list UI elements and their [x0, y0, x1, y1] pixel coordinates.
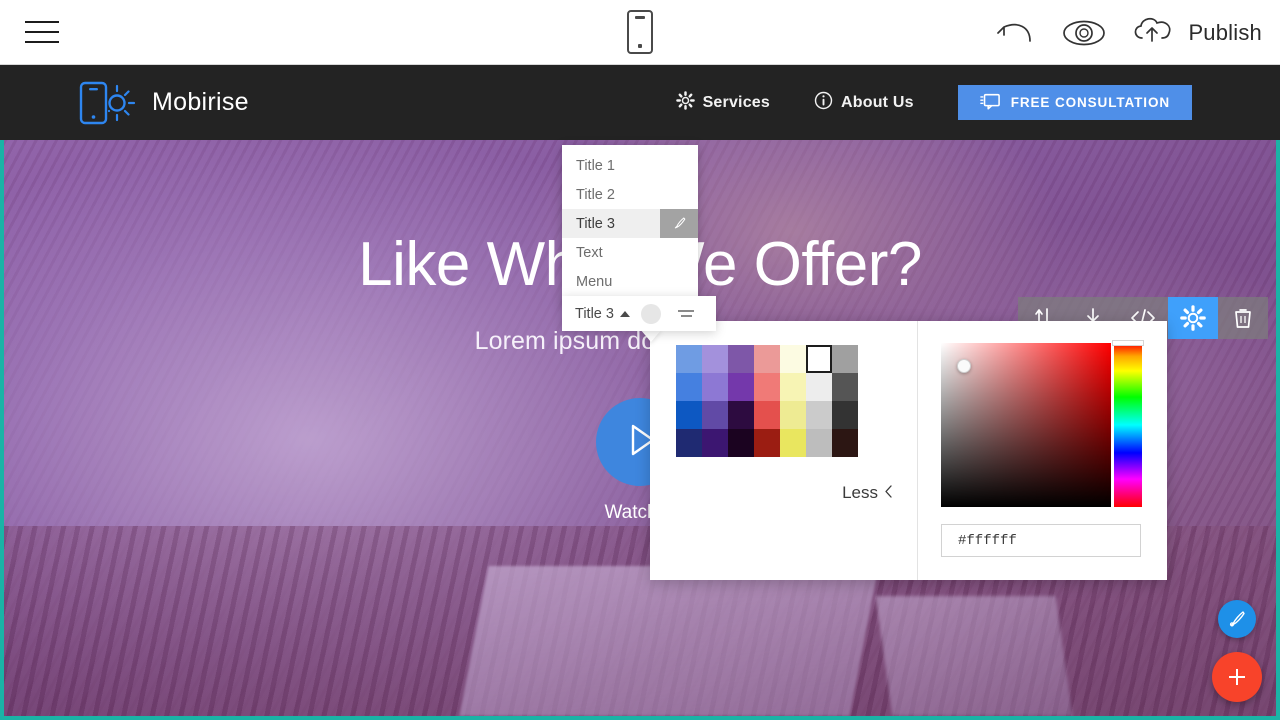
color-swatch-grid	[676, 345, 858, 457]
type-option-title-1[interactable]: Title 1	[562, 151, 698, 180]
mobirise-editor-window: Publish Mobirise Services About Us FREE …	[0, 0, 1280, 720]
editor-top-bar: Publish	[0, 0, 1280, 65]
cta-label: FREE CONSULTATION	[1010, 95, 1170, 110]
cloud-upload-icon	[1130, 14, 1178, 51]
palette-swatch[interactable]	[832, 345, 858, 373]
palette-swatch[interactable]	[806, 401, 832, 429]
palette-swatch[interactable]	[754, 429, 780, 457]
chevron-left-icon	[884, 483, 893, 503]
palette-swatch[interactable]	[676, 373, 702, 401]
palette-swatch[interactable]	[832, 373, 858, 401]
brand[interactable]: Mobirise	[78, 80, 249, 126]
hue-slider[interactable]	[1114, 343, 1142, 507]
type-option-text[interactable]: Text	[562, 238, 698, 267]
info-circle-icon	[814, 91, 833, 115]
palette-swatch[interactable]	[806, 429, 832, 457]
type-option-label: Title 1	[576, 157, 615, 174]
type-option-title-3[interactable]: Title 3	[562, 209, 698, 238]
chat-bubble-icon	[979, 93, 1000, 113]
eye-preview-icon[interactable]	[1062, 11, 1106, 55]
type-option-menu[interactable]: Menu	[562, 267, 698, 296]
palette-swatch[interactable]	[702, 401, 728, 429]
palette-swatch[interactable]	[728, 429, 754, 457]
color-palette-section: Less	[650, 321, 918, 580]
align-line	[677, 310, 694, 312]
hex-color-input[interactable]	[941, 524, 1141, 557]
hamburger-line	[25, 21, 59, 23]
settings-gear-icon[interactable]	[1168, 297, 1218, 339]
palette-swatch[interactable]	[780, 401, 806, 429]
plus-icon[interactable]	[1212, 652, 1262, 702]
palette-swatch[interactable]	[806, 373, 832, 401]
hamburger-icon[interactable]	[25, 17, 59, 47]
site-navbar: Mobirise Services About Us FREE CONSULTA…	[0, 65, 1280, 140]
pen-edit-icon[interactable]	[660, 209, 698, 238]
type-option-title-2[interactable]: Title 2	[562, 180, 698, 209]
palette-swatch[interactable]	[780, 429, 806, 457]
custom-color-section	[918, 321, 1167, 580]
color-picker-panel: Less	[650, 321, 1167, 580]
publish-label: Publish	[1188, 19, 1262, 45]
free-consultation-button[interactable]: FREE CONSULTATION	[957, 85, 1192, 120]
type-option-label: Menu	[576, 273, 613, 290]
palette-swatch[interactable]	[728, 345, 754, 373]
text-type-select[interactable]: Title 3	[562, 306, 630, 322]
hamburger-line	[25, 31, 59, 33]
palette-swatch[interactable]	[728, 401, 754, 429]
align-icon[interactable]	[677, 310, 696, 317]
palette-swatch[interactable]	[676, 429, 702, 457]
palette-swatch[interactable]	[728, 373, 754, 401]
palette-swatch[interactable]	[702, 345, 728, 373]
caret-up-icon	[619, 310, 630, 317]
color-swatch-circle[interactable]	[640, 303, 661, 324]
nav-items: Services About Us FREE CONSULTATION	[675, 85, 1192, 120]
palette-swatch[interactable]	[832, 401, 858, 429]
type-option-label: Title 3	[576, 215, 615, 232]
selected-type-label: Title 3	[575, 305, 614, 322]
nav-link-services[interactable]: Services	[675, 90, 770, 115]
mobirise-logo-icon	[78, 80, 138, 126]
less-toggle-link[interactable]: Less	[842, 483, 893, 503]
type-option-label: Text	[576, 244, 603, 261]
top-bar-actions: Publish	[994, 0, 1262, 65]
nav-link-label: Services	[702, 93, 770, 111]
nav-link-label: About Us	[841, 93, 914, 111]
undo-icon[interactable]	[994, 11, 1038, 55]
palette-swatch[interactable]	[754, 345, 780, 373]
hamburger-line	[25, 41, 59, 43]
palette-swatch[interactable]	[780, 373, 806, 401]
palette-swatch[interactable]	[832, 429, 858, 457]
type-option-label: Title 2	[576, 186, 615, 203]
saturation-value-box[interactable]	[941, 343, 1111, 507]
nav-link-about-us[interactable]: About Us	[814, 91, 914, 115]
paintbrush-icon[interactable]	[1218, 600, 1256, 638]
palette-swatch[interactable]	[676, 401, 702, 429]
brand-name: Mobirise	[152, 88, 249, 116]
palette-swatch[interactable]	[702, 373, 728, 401]
palette-swatch[interactable]	[754, 401, 780, 429]
align-line	[680, 315, 692, 317]
palette-swatch[interactable]	[780, 345, 806, 373]
less-label: Less	[842, 483, 878, 502]
mobile-device-icon[interactable]	[627, 10, 653, 54]
delete-trash-icon[interactable]	[1218, 297, 1268, 339]
hue-knob[interactable]	[1112, 340, 1144, 346]
palette-swatch[interactable]	[702, 429, 728, 457]
inline-text-toolbar: Title 3	[562, 296, 716, 331]
palette-swatch-selected[interactable]	[806, 345, 832, 373]
palette-swatch[interactable]	[754, 373, 780, 401]
gear-icon	[675, 90, 695, 115]
palette-swatch[interactable]	[676, 345, 702, 373]
text-type-dropdown: Title 1 Title 2 Title 3 Text Menu	[562, 145, 698, 302]
publish-button[interactable]: Publish	[1130, 14, 1262, 51]
saturation-knob[interactable]	[957, 359, 971, 373]
